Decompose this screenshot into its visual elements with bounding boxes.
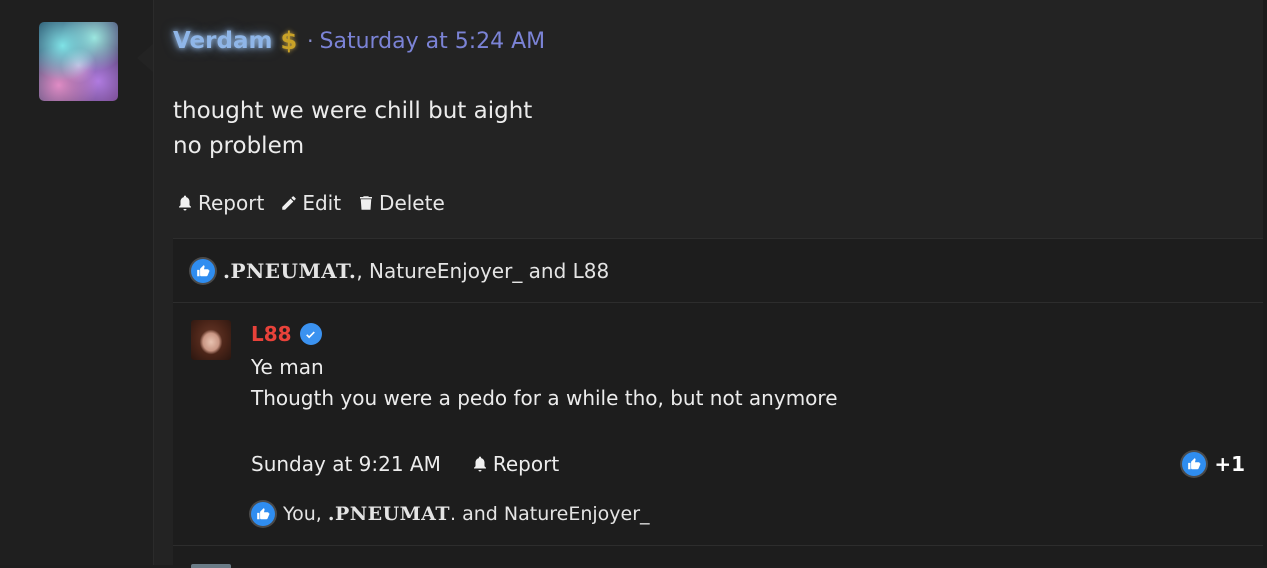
post-message: thought we were chill but aight no probl… <box>173 94 532 164</box>
post-actions: Report Edit Delete <box>176 191 445 215</box>
delete-label: Delete <box>379 191 445 215</box>
edit-label: Edit <box>302 191 342 215</box>
delete-button[interactable]: Delete <box>357 191 445 215</box>
likers-rest[interactable]: , NatureEnjoyer_ and L88 <box>356 259 609 283</box>
reaction-count: +1 <box>1214 452 1245 476</box>
reply-header: L88 <box>251 322 322 346</box>
dollar-sign-icon: $ <box>280 27 298 55</box>
thumbs-up-icon <box>251 502 275 526</box>
reply-report-label: Report <box>492 452 560 476</box>
reply-likes-bar[interactable]: You, .PNEUMAT. and NatureEnjoyer_ <box>251 502 650 526</box>
reply-author[interactable]: L88 <box>251 322 292 346</box>
trash-icon <box>360 196 373 210</box>
separator: · <box>307 29 314 53</box>
message-line: thought we were chill but aight <box>173 98 533 124</box>
reply-message: Ye man Thougth you were a pedo for a whi… <box>251 352 838 414</box>
bell-icon <box>179 195 191 211</box>
likers-prefix: You, <box>283 503 328 525</box>
likers-suffix[interactable]: . and NatureEnjoyer_ <box>450 503 650 525</box>
author-avatar[interactable] <box>39 22 118 101</box>
likers-text: .PNEUMAT., NatureEnjoyer_ and L88 <box>223 259 609 283</box>
message-line: no problem <box>173 133 305 159</box>
liker-name[interactable]: .PNEUMAT <box>328 503 450 525</box>
liker-name[interactable]: .PNEUMAT. <box>223 259 356 283</box>
post-likes-bar[interactable]: .PNEUMAT., NatureEnjoyer_ and L88 <box>173 239 1263 303</box>
reply-report-button[interactable]: Report <box>471 452 559 476</box>
pencil-icon <box>282 196 297 210</box>
post-timestamp[interactable]: Saturday at 5:24 AM <box>320 29 546 54</box>
reply-footer: Sunday at 9:21 AM Report <box>251 452 559 476</box>
post-header: Verdam $ · Saturday at 5:24 AM <box>173 24 545 58</box>
reply-likers-text: You, .PNEUMAT. and NatureEnjoyer_ <box>283 503 650 525</box>
author-name[interactable]: Verdam <box>173 28 272 54</box>
speech-arrow <box>137 44 153 72</box>
thumbs-up-icon <box>1182 452 1207 476</box>
reply-timestamp[interactable]: Sunday at 9:21 AM <box>251 452 441 476</box>
reply-line: Thougth you were a pedo for a while tho,… <box>251 386 838 410</box>
reply-line: Ye man <box>251 355 324 379</box>
next-reply-stub <box>173 545 1263 568</box>
reply-reaction[interactable]: +1 <box>1182 452 1245 476</box>
bell-icon <box>473 456 486 472</box>
edit-button[interactable]: Edit <box>280 191 341 215</box>
report-button[interactable]: Report <box>176 191 264 215</box>
right-edge <box>1263 0 1267 565</box>
reply-avatar[interactable] <box>191 320 231 360</box>
thumbs-up-icon <box>191 258 215 283</box>
verified-check-icon <box>299 323 322 345</box>
reply-item: L88 Ye man Thougth you were a pedo for a… <box>173 304 1263 544</box>
replies-section: .PNEUMAT., NatureEnjoyer_ and L88 L88 Ye… <box>173 238 1263 568</box>
report-label: Report <box>198 191 265 215</box>
